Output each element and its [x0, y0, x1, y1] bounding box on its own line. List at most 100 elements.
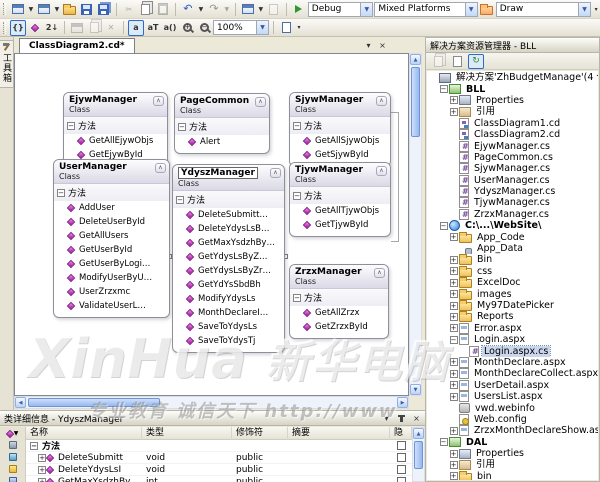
col-modifier[interactable]: 修饰符 [232, 427, 288, 440]
class-box-TjywManager[interactable]: TjywManagerClass∧−方法GetAllTjywObjsGetTjy… [289, 162, 391, 237]
method-item[interactable]: ValidateUserL… [54, 299, 169, 313]
collapse-chevron-button[interactable]: ∧ [376, 166, 387, 176]
col-summary[interactable]: 摘要 [288, 427, 390, 440]
tree-item-bll[interactable]: −BLL [427, 83, 598, 94]
expand-icon[interactable]: + [449, 267, 458, 275]
scroll-thumb[interactable] [414, 441, 423, 469]
navigate-class-button[interactable] [9, 477, 17, 482]
methods-section-header[interactable]: −方法 [290, 187, 390, 204]
method-item[interactable]: MonthDeclareI… [173, 306, 284, 320]
tree-item-sjywmanager.cs[interactable]: SjywManager.cs [427, 163, 598, 174]
add-property-button[interactable] [9, 441, 17, 449]
add-field-button[interactable] [9, 453, 17, 461]
class-header[interactable]: YdyszManagerClass∧ [173, 165, 284, 191]
tree-item-userdetail.aspx[interactable]: +UserDetail.aspx [427, 380, 598, 391]
expand-icon[interactable]: + [449, 313, 458, 321]
class-box-YdyszManager[interactable]: YdyszManagerClass∧−方法DeleteSubmitt…Delet… [172, 164, 285, 353]
tree-item-bin[interactable]: +Bin [427, 254, 598, 265]
tree-item-properties[interactable]: +Properties [427, 448, 598, 459]
tree-item-monthdeclare.aspx[interactable]: +MonthDeclare.aspx [427, 357, 598, 368]
expand-icon[interactable]: + [449, 393, 458, 401]
tree-item--[interactable]: +引用 [427, 459, 598, 470]
section-collapse-icon[interactable]: − [293, 192, 301, 200]
add-event-button[interactable] [9, 465, 17, 473]
methods-section-header[interactable]: −方法 [54, 184, 169, 201]
auto-hide-pin-button[interactable] [395, 412, 408, 424]
method-item[interactable]: Alert [175, 135, 269, 149]
class-details-button[interactable]: {} [10, 20, 26, 36]
collapse-icon[interactable]: − [449, 336, 458, 344]
methods-section-header[interactable]: −方法 [290, 289, 388, 306]
redo-button[interactable]: ↷ [206, 1, 222, 17]
paste-button[interactable] [155, 1, 171, 17]
detail-row-DeleteYdysLsI[interactable]: +DeleteYdysLsIvoidpublic [26, 464, 412, 476]
expand-icon[interactable]: + [449, 450, 458, 458]
association-button[interactable] [86, 20, 102, 36]
tree-item-monthdeclarecollect.aspx[interactable]: +MonthDeclareCollect.aspx [427, 368, 598, 379]
comment-button[interactable] [266, 1, 282, 17]
method-item[interactable]: GetAllSjywObjs [290, 134, 390, 148]
section-collapse-icon[interactable]: − [293, 122, 301, 130]
navigate-button[interactable] [240, 1, 256, 17]
expand-icon[interactable]: + [449, 461, 458, 469]
method-item[interactable]: GetZrzxById [290, 320, 388, 334]
class-box-PageCommon[interactable]: PageCommonClass∧−方法Alert [174, 93, 270, 154]
toolbar-overflow-button[interactable]: ▾ [592, 1, 600, 17]
method-group-row[interactable]: −方法 [26, 440, 412, 452]
zoom-out-button[interactable]: − [196, 20, 212, 36]
tree-item-my97datepicker[interactable]: +My97DatePicker [427, 300, 598, 311]
page-setup-button[interactable] [278, 20, 294, 36]
method-item[interactable]: ModifyYdysLs [173, 292, 284, 306]
show-all-files-button[interactable] [449, 54, 465, 69]
method-item[interactable]: GetAllUsers [54, 229, 169, 243]
save-all-button[interactable] [96, 1, 112, 17]
class-name-edit-field[interactable]: YdyszManager [178, 167, 258, 179]
tree-item-error.aspx[interactable]: +Error.aspx [427, 323, 598, 334]
method-item[interactable]: GetTjywById [290, 218, 390, 232]
collapse-icon[interactable]: − [30, 442, 38, 450]
scroll-up-arrow[interactable]: ▲ [410, 54, 421, 65]
window-position-button[interactable]: ▾ [380, 412, 393, 424]
toolbar-grip[interactable] [3, 3, 6, 15]
method-item[interactable]: GetAllTjywObjs [290, 204, 390, 218]
collapse-icon[interactable]: − [439, 438, 448, 446]
add-shape-button[interactable] [27, 20, 43, 36]
methods-section-header[interactable]: −方法 [173, 191, 284, 208]
properties-button[interactable] [430, 54, 446, 69]
expand-icon[interactable]: + [449, 290, 458, 298]
class-header[interactable]: PageCommonClass∧ [175, 94, 269, 118]
expand-icon[interactable]: + [449, 324, 458, 332]
expand-icon[interactable]: + [449, 256, 458, 264]
toolbar-overflow-button[interactable]: ▾ [295, 20, 303, 36]
expand-icon[interactable]: + [449, 108, 458, 116]
detail-modifier[interactable]: public [232, 453, 288, 463]
tree-item-reports[interactable]: +Reports [427, 311, 598, 322]
section-collapse-icon[interactable]: − [178, 123, 186, 131]
display-name-button[interactable]: a [128, 20, 144, 36]
method-item[interactable]: DeleteSubmitt… [173, 208, 284, 222]
expand-icon[interactable]: + [449, 472, 458, 480]
tree-item--[interactable]: +引用 [427, 106, 598, 117]
hide-checkbox[interactable] [397, 453, 406, 462]
close-panel-button[interactable]: × [410, 412, 423, 424]
tree-item-dal[interactable]: −DAL [427, 437, 598, 448]
diagram-vertical-scrollbar[interactable]: ▲ ▼ [409, 53, 422, 396]
association-connector[interactable] [391, 112, 399, 113]
details-vertical-scrollbar[interactable]: ▲ [412, 427, 425, 482]
expand-icon[interactable]: + [449, 358, 458, 366]
tree-item-classdiagram2.cd[interactable]: ClassDiagram2.cd [427, 129, 598, 140]
hide-checkbox[interactable] [397, 465, 406, 474]
tree-item-ejywmanager.cs[interactable]: EjywManager.cs [427, 140, 598, 151]
method-item[interactable]: GetMaxYsdzhBy… [173, 236, 284, 250]
navigate-dropdown[interactable]: ▼ [257, 1, 265, 17]
class-details-title[interactable]: 类详细信息 - YdyszManager ▾ × [0, 411, 425, 426]
tree-item-exceldoc[interactable]: +ExcelDoc [427, 277, 598, 288]
expand-icon[interactable]: + [449, 96, 458, 104]
section-collapse-icon[interactable]: − [293, 294, 301, 302]
display-signature-button[interactable]: a() [162, 20, 178, 36]
cut-button[interactable]: ✂ [121, 1, 137, 17]
diagram-horizontal-scrollbar[interactable]: ◀ ▶ [14, 396, 409, 409]
detail-row-DeleteSubmitt[interactable]: +DeleteSubmittvoidpublic [26, 452, 412, 464]
zoom-in-button[interactable]: + [179, 20, 195, 36]
scroll-thumb[interactable] [28, 398, 160, 407]
